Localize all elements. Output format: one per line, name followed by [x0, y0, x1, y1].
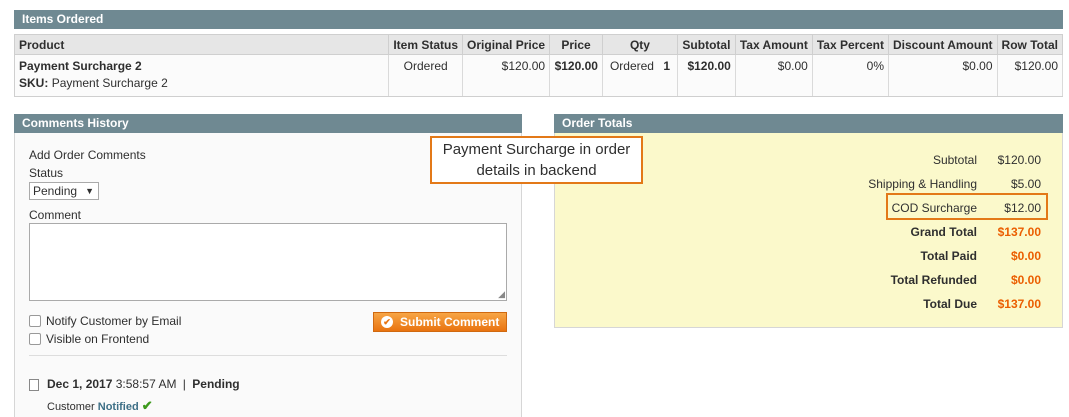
comments-history-header: Comments History: [14, 114, 522, 133]
totals-label-shipping: Shipping & Handling: [868, 177, 977, 191]
qty-cell: Ordered 1: [602, 54, 678, 97]
qty-label: Ordered: [609, 59, 654, 73]
sku-label: SKU:: [19, 76, 49, 90]
status-label: Status: [29, 166, 64, 180]
add-comments-label: Add Order Comments: [29, 148, 146, 162]
submit-comment-button[interactable]: ✔ Submit Comment: [373, 312, 507, 332]
callout-line-1: Payment Surcharge in order: [442, 141, 631, 158]
table-header-row: Product Item Status Original Price Price…: [13, 34, 1064, 55]
document-icon: [29, 379, 39, 391]
status-selected-value: Pending: [33, 184, 78, 198]
totals-value-total-refunded: $0.00: [1010, 273, 1041, 287]
table-row: Payment Surcharge 2 SKU: Payment Surchar…: [13, 54, 1064, 97]
notified-label: Notified: [97, 401, 139, 413]
check-circle-icon: ✔: [381, 316, 393, 328]
items-ordered-header: Items Ordered: [14, 10, 1063, 29]
totals-label-grand-total: Grand Total: [910, 225, 977, 239]
col-qty: Qty: [602, 34, 678, 55]
notify-customer-label: Notify Customer by Email: [46, 314, 182, 328]
chevron-down-icon: ▼: [85, 186, 94, 196]
col-original-price: Original Price: [462, 34, 551, 55]
history-entry-separator: |: [182, 377, 186, 391]
product-name: Payment Surcharge 2: [19, 59, 142, 73]
divider: [29, 355, 507, 356]
totals-label-total-due: Total Due: [923, 297, 977, 311]
col-item-status: Item Status: [388, 34, 464, 55]
product-sku: SKU: Payment Surcharge 2: [19, 76, 384, 90]
item-status-cell: Ordered: [388, 54, 464, 97]
totals-value-total-due: $137.00: [997, 297, 1041, 311]
totals-value-grand-total: $137.00: [997, 225, 1041, 239]
history-entry-date: Dec 1, 2017: [47, 377, 113, 391]
status-select[interactable]: Pending ▼: [29, 182, 99, 200]
history-entry-time: 3:58:57 AM: [115, 377, 177, 391]
totals-value-total-paid: $0.00: [1010, 249, 1041, 263]
history-entry-notified: Customer Notified ✔: [47, 398, 153, 414]
totals-value-shipping: $5.00: [1010, 177, 1041, 191]
comment-label: Comment: [29, 208, 82, 222]
order-totals-header: Order Totals: [554, 114, 1063, 133]
resize-grip-icon[interactable]: ◢: [498, 289, 505, 300]
visible-frontend-label: Visible on Frontend: [46, 332, 150, 346]
price-cell: $120.00: [549, 54, 603, 97]
product-cell: Payment Surcharge 2 SKU: Payment Surchar…: [13, 54, 390, 97]
checkmark-icon: ✔: [141, 398, 153, 413]
col-tax-amount: Tax Amount: [735, 34, 813, 55]
comment-textarea[interactable]: ◢: [29, 223, 507, 301]
visible-frontend-checkbox[interactable]: [29, 333, 41, 345]
col-subtotal: Subtotal: [677, 34, 736, 55]
totals-label-subtotal: Subtotal: [932, 153, 977, 167]
tax-percent-cell: 0%: [812, 54, 889, 97]
totals-label-cod-surcharge: COD Surcharge: [891, 201, 977, 215]
totals-value-subtotal: $120.00: [997, 153, 1041, 167]
totals-label-total-paid: Total Paid: [920, 249, 977, 263]
col-product: Product: [13, 34, 390, 55]
customer-label: Customer: [47, 401, 95, 413]
history-entry-header: Dec 1, 2017 3:58:57 AM | Pending: [47, 377, 240, 391]
col-row-total: Row Total: [997, 34, 1064, 55]
row-total-cell: $120.00: [997, 54, 1064, 97]
items-ordered-table: Product Item Status Original Price Price…: [13, 34, 1064, 97]
qty-value: 1: [663, 59, 670, 73]
history-entry-status: Pending: [192, 377, 240, 391]
sku-value: Payment Surcharge 2: [51, 76, 168, 90]
subtotal-cell: $120.00: [677, 54, 736, 97]
col-discount-amount: Discount Amount: [888, 34, 998, 55]
notify-customer-checkbox[interactable]: [29, 315, 41, 327]
totals-label-total-refunded: Total Refunded: [890, 273, 977, 287]
callout-line-2: details in backend: [476, 162, 597, 179]
totals-value-cod-surcharge: $12.00: [1004, 201, 1041, 215]
discount-amount-cell: $0.00: [888, 54, 998, 97]
submit-comment-label: Submit Comment: [400, 315, 500, 329]
col-price: Price: [549, 34, 603, 55]
original-price-cell: $120.00: [462, 54, 551, 97]
col-tax-percent: Tax Percent: [812, 34, 889, 55]
tax-amount-cell: $0.00: [735, 54, 813, 97]
annotation-callout: Payment Surcharge in order details in ba…: [430, 136, 643, 184]
